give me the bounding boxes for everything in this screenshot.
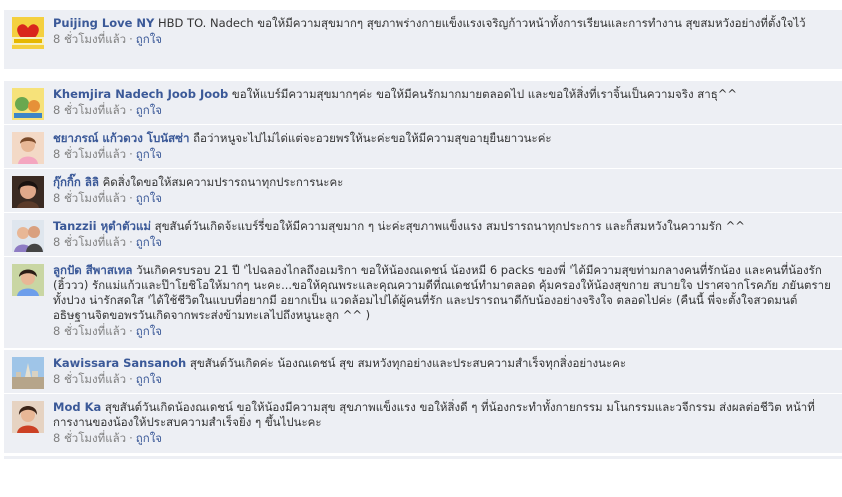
comment-text: คิดสิ่งใดขอให้สมความปรารถนาทุกประการนะคะ xyxy=(102,175,344,189)
meta-separator: · xyxy=(129,191,133,205)
avatar-photo-icon[interactable] xyxy=(12,264,44,296)
comment-meta: 8 ชั่วโมงที่แล้ว · ถูกใจ xyxy=(53,103,832,118)
comment-time[interactable]: 8 ชั่วโมงที่แล้ว xyxy=(53,372,126,386)
meta-separator: · xyxy=(129,324,133,338)
comment-author[interactable]: กุ๊กกิ๊ก ลิลิ xyxy=(53,175,99,189)
comment-time[interactable]: 8 ชั่วโมงที่แล้ว xyxy=(53,431,126,445)
comment-author[interactable]: Puijing Love NY xyxy=(53,16,154,30)
comment-time[interactable]: 8 ชั่วโมงที่แล้ว xyxy=(53,324,126,338)
avatar-landscape-icon[interactable] xyxy=(12,357,44,389)
comment-text: สุขสันต์วันเกิดจ้ะแบร์รี่ขอให้มีความสุขม… xyxy=(154,219,745,233)
like-link[interactable]: ถูกใจ xyxy=(136,103,162,117)
comment-item: กุ๊กกิ๊ก ลิลิ คิดสิ่งใดขอให้สมความปรารถน… xyxy=(4,169,842,213)
meta-separator: · xyxy=(129,431,133,445)
meta-separator: · xyxy=(129,103,133,117)
avatar-photo-icon[interactable] xyxy=(12,401,44,433)
comment-item: ลูกปัด สีพาสเทล วันเกิดครบรอบ 21 ปี 'ไปฉ… xyxy=(4,257,842,349)
meta-separator: · xyxy=(129,32,133,46)
avatar-heart-logo-icon[interactable] xyxy=(12,17,44,49)
meta-separator: · xyxy=(129,235,133,249)
like-link[interactable]: ถูกใจ xyxy=(136,235,162,249)
comment-text: HBD TO. Nadech ขอให้มีความสุขมากๆ สุขภาพ… xyxy=(158,16,806,30)
comment-author[interactable]: Kawissara Sansanoh xyxy=(53,356,186,370)
comment-meta: 8 ชั่วโมงที่แล้ว · ถูกใจ xyxy=(53,324,832,339)
comment-text: วันเกิดครบรอบ 21 ปี 'ไปฉลองไกลถึงอเมริกา… xyxy=(53,263,831,322)
like-link[interactable]: ถูกใจ xyxy=(136,32,162,46)
next-comment-edge xyxy=(4,456,842,459)
comment-item: Puijing Love NY HBD TO. Nadech ขอให้มีคว… xyxy=(4,10,842,70)
comment-item: Khemjira Nadech Joob Joob ขอให้แบร์มีควา… xyxy=(4,81,842,125)
comment-author[interactable]: Khemjira Nadech Joob Joob xyxy=(53,87,228,101)
comment-author[interactable]: Mod Ka xyxy=(53,400,101,414)
comment-text: สุขสันต์วันเกิดค่ะ น้องณเดชน์ สุข สมหวัง… xyxy=(189,356,627,370)
like-link[interactable]: ถูกใจ xyxy=(136,191,162,205)
comment-author[interactable]: Tanzzii หุตำตัวแม่ xyxy=(53,219,151,233)
comment-time[interactable]: 8 ชั่วโมงที่แล้ว xyxy=(53,103,126,117)
comment-author[interactable]: ลูกปัด สีพาสเทล xyxy=(53,263,132,277)
avatar-cartoon-icon[interactable] xyxy=(12,88,44,120)
comment-time[interactable]: 8 ชั่วโมงที่แล้ว xyxy=(53,147,126,161)
comment-text: ถือว่าหนูจะไปไม่ได่แต่จะอวยพรให้นะค่ะขอใ… xyxy=(193,131,552,145)
comment-meta: 8 ชั่วโมงที่แล้ว · ถูกใจ xyxy=(53,431,832,446)
like-link[interactable]: ถูกใจ xyxy=(136,147,162,161)
comment-item: ชยาภรณ์ แก้วดวง โบนัสซ่า ถือว่าหนูจะไปไม… xyxy=(4,125,842,169)
comment-author[interactable]: ชยาภรณ์ แก้วดวง โบนัสซ่า xyxy=(53,131,189,145)
comment-meta: 8 ชั่วโมงที่แล้ว · ถูกใจ xyxy=(53,147,832,162)
meta-separator: · xyxy=(129,372,133,386)
comment-time[interactable]: 8 ชั่วโมงที่แล้ว xyxy=(53,32,126,46)
comment-meta: 8 ชั่วโมงที่แล้ว · ถูกใจ xyxy=(53,191,832,206)
comments-panel: Puijing Love NY HBD TO. Nadech ขอให้มีคว… xyxy=(4,10,842,458)
avatar-photo-icon[interactable] xyxy=(12,132,44,164)
comment-time[interactable]: 8 ชั่วโมงที่แล้ว xyxy=(53,191,126,205)
like-link[interactable]: ถูกใจ xyxy=(136,372,162,386)
comment-item: Tanzzii หุตำตัวแม่ สุขสันต์วันเกิดจ้ะแบร… xyxy=(4,213,842,257)
avatar-photo-icon[interactable] xyxy=(12,220,44,252)
like-link[interactable]: ถูกใจ xyxy=(136,431,162,445)
comment-time[interactable]: 8 ชั่วโมงที่แล้ว xyxy=(53,235,126,249)
comment-meta: 8 ชั่วโมงที่แล้ว · ถูกใจ xyxy=(53,235,832,250)
comment-meta: 8 ชั่วโมงที่แล้ว · ถูกใจ xyxy=(53,372,832,387)
comment-text: ขอให้แบร์มีความสุขมากๆค่ะ ขอให้มีคนรักมา… xyxy=(231,87,737,101)
comment-meta: 8 ชั่วโมงที่แล้ว · ถูกใจ xyxy=(53,32,832,47)
avatar-photo-icon[interactable] xyxy=(12,176,44,208)
comment-item: Kawissara Sansanoh สุขสันต์วันเกิดค่ะ น้… xyxy=(4,350,842,394)
comment-text: สุขสันต์วันเกิดน้องณเดชน์ ขอให้น้องมีควา… xyxy=(53,400,815,429)
meta-separator: · xyxy=(129,147,133,161)
like-link[interactable]: ถูกใจ xyxy=(136,324,162,338)
comment-item: Mod Ka สุขสันต์วันเกิดน้องณเดชน์ ขอให้น้… xyxy=(4,394,842,454)
